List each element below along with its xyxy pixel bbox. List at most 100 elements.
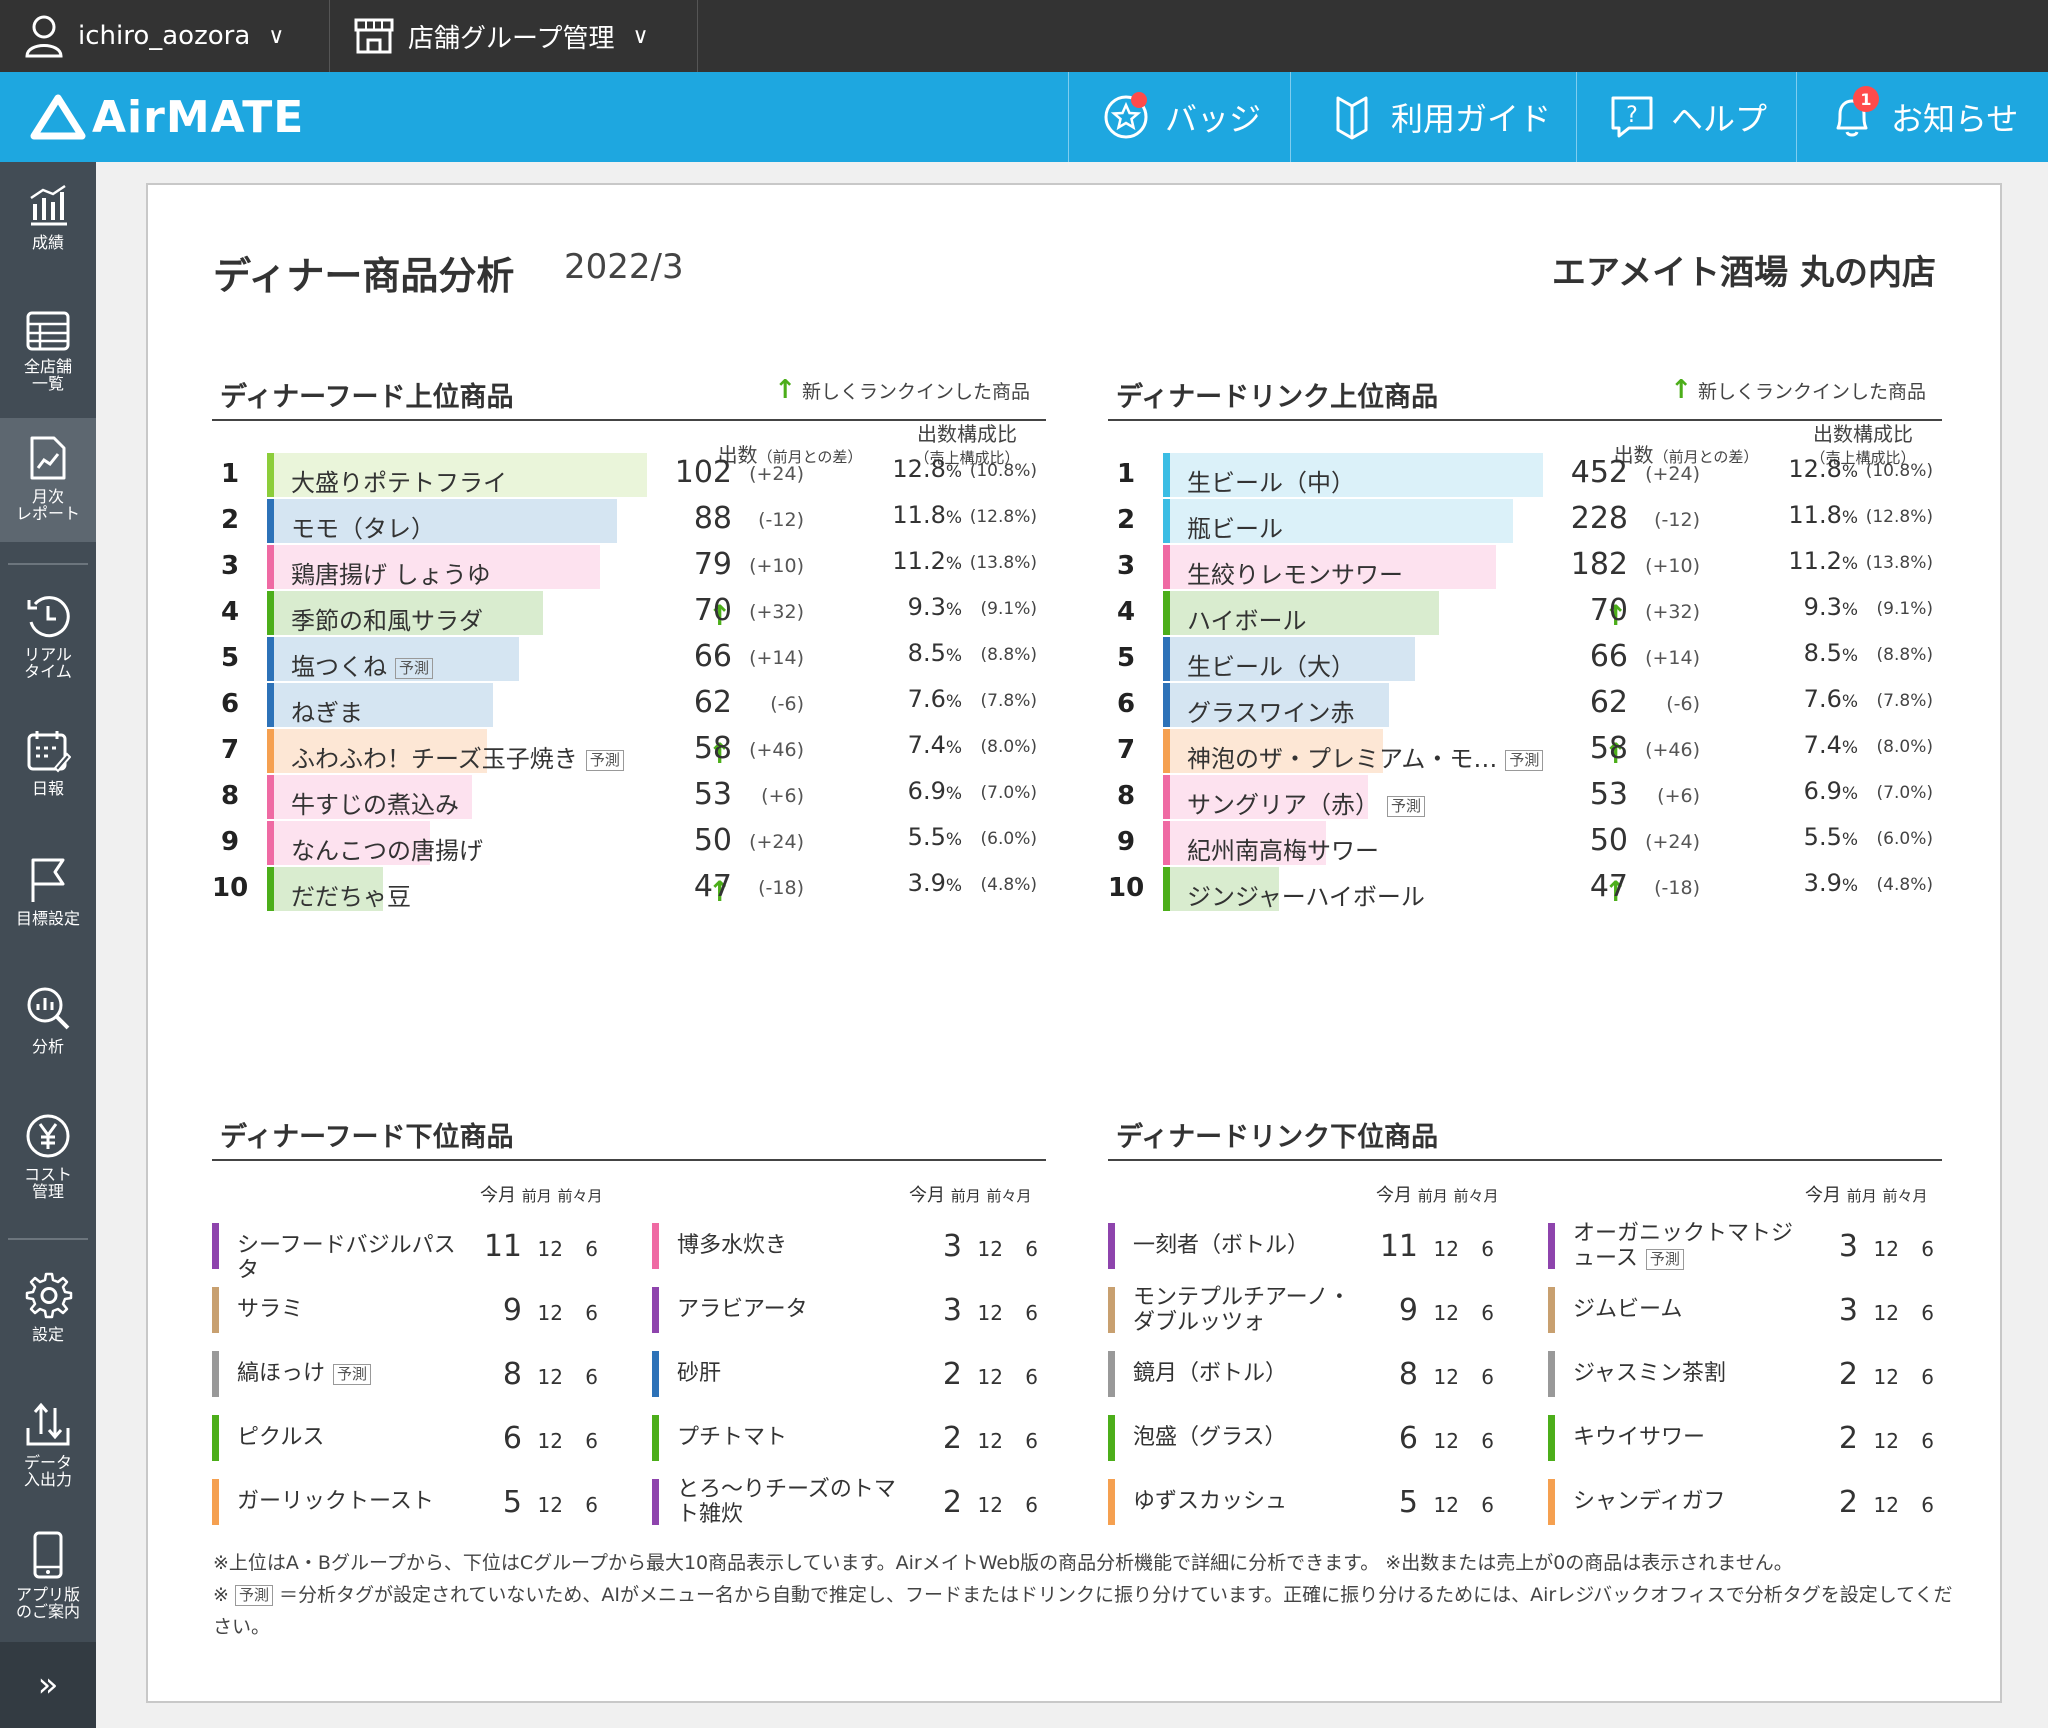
current-month-count: 2	[942, 1485, 962, 1520]
count-ratio: 9.3%	[872, 593, 962, 621]
rank-number: 7	[220, 735, 240, 765]
sidebar-item-realtime[interactable]: リアル タイム	[0, 594, 96, 694]
low-item-row[interactable]: シーフードバジルパスタ 11 12 6	[212, 1215, 652, 1283]
count-diff: (+46)	[749, 739, 804, 761]
category-color-marker	[212, 1415, 219, 1461]
forecast-tag: 予測	[234, 1585, 273, 1606]
category-color-marker	[1548, 1223, 1555, 1269]
user-menu[interactable]: ichiro_aozora ∨	[0, 0, 330, 72]
bell-icon: 1	[1827, 86, 1879, 142]
sidebar-divider	[8, 1238, 88, 1240]
group-menu[interactable]: 店舗グループ管理 ∨	[332, 0, 698, 72]
low-item-row[interactable]: サラミ 9 12 6	[212, 1279, 652, 1339]
category-color-marker	[652, 1287, 659, 1333]
current-month-count: 6	[502, 1421, 522, 1456]
low-item-row[interactable]: 一刻者（ボトル） 11 12 6	[1108, 1215, 1548, 1275]
app-header: AirMATE バッジ 利用ガイド ? ヘルプ 1 お知らせ	[0, 72, 2048, 162]
count-diff: (+32)	[749, 601, 804, 623]
count-ratio-value: 7.6	[1803, 685, 1842, 713]
low-item-row[interactable]: ゆずスカッシュ 5 12 6	[1108, 1471, 1548, 1531]
sidebar-item-data-io[interactable]: データ 入出力	[0, 1400, 96, 1500]
rank-number: 8	[1116, 781, 1136, 811]
low-item-name: ゆずスカッシュ	[1133, 1489, 1363, 1514]
count-diff: (+32)	[1645, 601, 1700, 623]
count-diff: (+14)	[749, 647, 804, 669]
sidebar-item-all-stores[interactable]: 全店舗 一覧	[0, 310, 96, 410]
low-item-row[interactable]: 砂肝 2 12 6	[652, 1343, 1092, 1403]
prev2-month-count: 6	[1025, 1365, 1038, 1389]
category-color-marker	[652, 1351, 659, 1397]
sidebar-expand-button[interactable]: »	[0, 1642, 96, 1728]
low-item-name-text: サラミ	[237, 1297, 304, 1322]
app-logo[interactable]: AirMATE	[30, 92, 304, 143]
up-arrow-icon: ↑	[1670, 375, 1692, 405]
low-item-row[interactable]: 博多水炊き 3 12 6	[652, 1215, 1092, 1275]
low-item-row[interactable]: キウイサワー 2 12 6	[1548, 1407, 1988, 1467]
low-item-row[interactable]: とろ〜りチーズのトマト雑炊 2 12 6	[652, 1471, 1092, 1531]
sidebar-item-settings[interactable]: 設定	[0, 1270, 96, 1370]
low-item-row[interactable]: モンテプルチアーノ・ダブルッツォ 9 12 6	[1108, 1279, 1548, 1339]
low-item-row[interactable]: アラビアータ 3 12 6	[652, 1279, 1092, 1339]
rank-number: 10	[212, 873, 249, 903]
sales-ratio: (9.1%)	[980, 599, 1037, 619]
ranking-row[interactable]: 10 だだちゃ豆 ↑ 47 (-18) 3.9% (4.8%)	[212, 859, 1046, 919]
sales-ratio: (7.8%)	[1876, 691, 1933, 711]
low-item-name: キウイサワー	[1573, 1425, 1803, 1450]
low-item-name-text: ゆずスカッシュ	[1133, 1489, 1288, 1514]
low-item-row[interactable]: 泡盛（グラス） 6 12 6	[1108, 1407, 1548, 1467]
sidebar-item-daily-report[interactable]: 日報	[0, 728, 96, 828]
low-item-name: シャンディガフ	[1573, 1489, 1803, 1514]
sidebar-item-label: 目標設定	[15, 909, 80, 928]
low-item-name: モンテプルチアーノ・ダブルッツォ	[1133, 1285, 1363, 1335]
user-icon	[22, 14, 66, 58]
count-ratio: 6.9%	[1768, 777, 1858, 805]
percent-sign: %	[945, 830, 962, 850]
low-item-row[interactable]: ガーリックトースト 5 12 6	[212, 1471, 652, 1531]
section-divider	[1108, 1159, 1942, 1161]
category-color-marker	[212, 1351, 219, 1397]
percent-sign: %	[1841, 508, 1858, 528]
sidebar-item-app-info[interactable]: アプリ版 のご案内	[0, 1530, 96, 1630]
low-item-row[interactable]: ジムビーム 3 12 6	[1548, 1279, 1988, 1339]
current-month-count: 8	[502, 1357, 522, 1392]
ranking-row[interactable]: 10 ジンジャーハイボール ↑ 47 (-18) 3.9% (4.8%)	[1108, 859, 1942, 919]
low-item-row[interactable]: プチトマト 2 12 6	[652, 1407, 1092, 1467]
count-ratio: 5.5%	[872, 823, 962, 851]
low-item-row[interactable]: 鏡月（ボトル） 8 12 6	[1108, 1343, 1548, 1403]
category-color-marker	[1548, 1415, 1555, 1461]
prev-month-count: 12	[1873, 1493, 1899, 1517]
guide-button[interactable]: 利用ガイド	[1290, 72, 1576, 162]
prev-month-count: 12	[1433, 1365, 1459, 1389]
low-item-row[interactable]: 縞ほっけ 予測 8 12 6	[212, 1343, 652, 1403]
low-item-row[interactable]: ジャスミン茶割 2 12 6	[1548, 1343, 1988, 1403]
percent-sign: %	[1841, 830, 1858, 850]
gear-icon	[25, 1272, 73, 1319]
low-item-row[interactable]: シャンディガフ 2 12 6	[1548, 1471, 1988, 1531]
sidebar-item-cost[interactable]: コスト 管理	[0, 1112, 96, 1212]
item-name: だだちゃ豆	[291, 877, 411, 912]
badge-button[interactable]: バッジ	[1068, 72, 1290, 162]
low-item-name: オーガニックトマトジュース 予測	[1573, 1221, 1803, 1271]
prev2-month-count: 6	[1921, 1365, 1934, 1389]
rank-number: 6	[1116, 689, 1136, 719]
low-item-row[interactable]: ピクルス 6 12 6	[212, 1407, 652, 1467]
current-month-count: 11	[483, 1229, 522, 1264]
low-item-name-text: とろ〜りチーズのトマト雑炊	[677, 1477, 896, 1527]
section-divider	[212, 419, 1046, 421]
sales-ratio: (13.8%)	[1865, 553, 1933, 573]
sidebar-item-goal-setting[interactable]: 目標設定	[0, 856, 96, 956]
notification-button[interactable]: 1 お知らせ	[1796, 72, 2048, 162]
count-ratio: 11.8%	[1768, 501, 1858, 529]
sidebar-item-label: 設定	[31, 1325, 64, 1344]
low-item-row[interactable]: オーガニックトマトジュース 予測 3 12 6	[1548, 1215, 1988, 1275]
item-count: 102	[674, 455, 732, 490]
count-ratio-value: 5.5	[907, 823, 946, 851]
help-button[interactable]: ? ヘルプ	[1576, 72, 1796, 162]
current-month-count: 5	[502, 1485, 522, 1520]
chevron-down-icon: ∨	[268, 23, 285, 49]
current-month-count: 9	[1398, 1293, 1418, 1328]
sidebar-item-analysis[interactable]: 分析	[0, 984, 96, 1084]
sidebar-item-monthly-report[interactable]: 月次 レポート	[0, 418, 96, 542]
low-item-name: 一刻者（ボトル）	[1133, 1233, 1363, 1258]
sidebar-item-results[interactable]: 成績	[0, 182, 96, 282]
